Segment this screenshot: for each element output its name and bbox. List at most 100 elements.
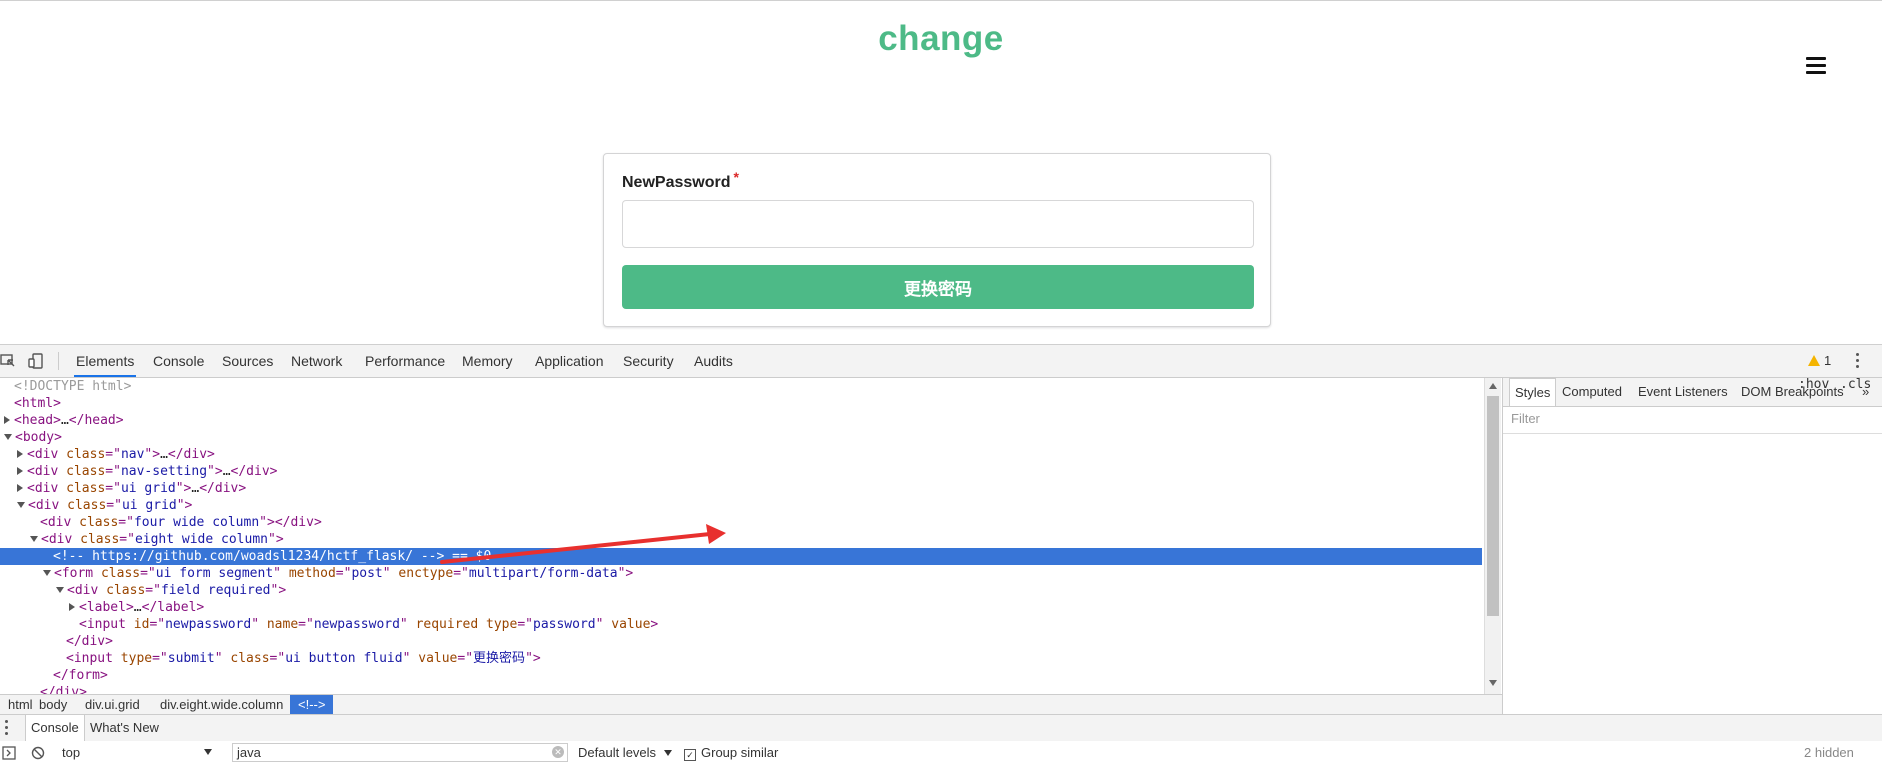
drawer-tab-console[interactable]: Console: [25, 715, 85, 741]
styles-tab-event-listeners[interactable]: Event Listeners: [1633, 378, 1733, 406]
dom-node[interactable]: <div class="eight wide column">: [0, 531, 284, 548]
dom-token: ": [382, 566, 399, 581]
dom-tree-scrollbar[interactable]: [1484, 378, 1501, 694]
tab-memory[interactable]: Memory: [460, 345, 515, 377]
expand-triangle-icon[interactable]: [17, 467, 23, 475]
hamburger-menu-icon[interactable]: [1806, 57, 1826, 75]
console-sidebar-icon[interactable]: [2, 746, 16, 760]
styles-pane: » Styles Computed Event Listeners DOM Break…: [1502, 378, 1882, 714]
dom-token: </div>: [167, 447, 215, 462]
context-select[interactable]: top: [62, 743, 214, 762]
elements-dom-tree[interactable]: <!DOCTYPE html> <html> <head>…</head> <body…: [0, 378, 1482, 694]
dom-node[interactable]: </form>: [0, 667, 108, 684]
dom-node[interactable]: <input id="newpassword" name="newpasswor…: [0, 616, 658, 633]
tab-performance[interactable]: Performance: [363, 345, 447, 377]
log-levels-dropdown[interactable]: Default levels: [578, 745, 672, 760]
dom-node[interactable]: <div class="nav">…</div>: [0, 446, 215, 463]
dom-token: ": [251, 617, 267, 632]
drawer-tab-what-s-new[interactable]: What's New: [85, 715, 164, 741]
inspect-element-icon[interactable]: [0, 353, 16, 369]
devtools-tabbar: Elements Console Sources Network Performance…: [0, 345, 1882, 378]
tab-sources[interactable]: Sources: [220, 345, 275, 377]
device-toolbar-icon[interactable]: [28, 353, 44, 369]
dom-token: 更换密码: [473, 651, 526, 666]
collapse-triangle-icon[interactable]: [30, 536, 38, 542]
styles-tab-dom-breakpoints[interactable]: DOM Breakpoints: [1736, 378, 1849, 406]
dom-token: </form>: [53, 668, 108, 683]
dom-node-selected[interactable]: <!-- https://github.com/woadsl1234/hctf_…: [0, 548, 1482, 565]
scroll-down-arrow-icon[interactable]: [1489, 680, 1497, 686]
dom-token: <div: [27, 464, 67, 479]
collapse-triangle-icon[interactable]: [43, 570, 51, 576]
context-dropdown-icon: [204, 749, 212, 755]
warning-indicator[interactable]: 1: [1808, 353, 1831, 368]
cls-toggle[interactable]: .cls: [1840, 377, 1871, 392]
expand-triangle-icon[interactable]: [69, 603, 75, 611]
dom-token: <!-- https://github.com/woadsl1234/hctf_…: [53, 549, 445, 564]
expand-triangle-icon[interactable]: [17, 450, 23, 458]
tab-network[interactable]: Network: [289, 345, 344, 377]
hov-toggle[interactable]: :hov: [1798, 377, 1829, 392]
clear-filter-icon[interactable]: ✕: [552, 746, 564, 758]
collapse-triangle-icon[interactable]: [56, 587, 64, 593]
dom-node[interactable]: <head>…</head>: [0, 412, 124, 429]
dom-token: =": [149, 617, 166, 632]
collapse-triangle-icon[interactable]: [4, 434, 12, 440]
dom-token: ": [273, 566, 289, 581]
styles-tab-styles[interactable]: Styles: [1509, 378, 1557, 406]
styles-filter-input[interactable]: Filter: [1511, 408, 1871, 430]
password-form: NewPassword * 更换密码: [603, 153, 1271, 327]
dom-token: ">: [525, 651, 541, 666]
console-filter-input[interactable]: java ✕: [232, 743, 568, 762]
scroll-up-arrow-icon[interactable]: [1489, 383, 1497, 389]
change-password-button[interactable]: 更换密码: [622, 265, 1254, 309]
dom-node[interactable]: <label>…</label>: [0, 599, 204, 616]
collapse-triangle-icon[interactable]: [17, 502, 25, 508]
dom-node[interactable]: </div>: [0, 633, 113, 650]
dom-node[interactable]: <div class="field required">: [0, 582, 286, 599]
scroll-thumb[interactable]: [1487, 396, 1499, 616]
dom-node[interactable]: <body>: [0, 429, 62, 446]
tab-elements[interactable]: Elements: [74, 345, 137, 377]
dom-token: field required: [160, 583, 271, 598]
dom-node[interactable]: <div class="nav-setting">…</div>: [0, 463, 277, 480]
drawer-menu-icon[interactable]: [5, 720, 9, 736]
newpassword-input[interactable]: [622, 200, 1254, 248]
dom-token: =": [145, 583, 161, 598]
tab-security[interactable]: Security: [621, 345, 676, 377]
breadcrumb-item[interactable]: div.eight.wide.column: [152, 695, 291, 715]
dom-token: multipart/form-data: [468, 566, 618, 581]
dom-token: =": [298, 617, 314, 632]
dom-token: <body>: [15, 430, 62, 445]
dom-node[interactable]: <form class="ui form segment" method="po…: [0, 565, 633, 582]
breadcrumb-item[interactable]: div.ui.grid: [77, 695, 148, 715]
expand-triangle-icon[interactable]: [4, 416, 10, 424]
dom-token: newpassword: [165, 617, 252, 632]
dom-token: ui button fluid: [285, 651, 403, 666]
dom-node[interactable]: <!DOCTYPE html>: [0, 378, 131, 395]
breadcrumb-item[interactable]: body: [31, 695, 75, 715]
expand-triangle-icon[interactable]: [17, 484, 23, 492]
dom-token: ">: [268, 532, 284, 547]
tab-console[interactable]: Console: [151, 345, 206, 377]
breadcrumb-item[interactable]: <!-->: [290, 695, 334, 715]
dom-token: value: [611, 617, 651, 632]
dom-token: …: [222, 464, 231, 479]
dom-node[interactable]: <input type="submit" class="ui button fl…: [0, 650, 541, 667]
tab-audits[interactable]: Audits: [692, 345, 735, 377]
clear-console-icon[interactable]: [31, 746, 45, 760]
dom-node[interactable]: <div class="ui grid">…</div>: [0, 480, 246, 497]
group-similar-checkbox[interactable]: ✓ Group similar: [684, 745, 778, 761]
dom-node[interactable]: <html>: [0, 395, 61, 412]
styles-tab-computed[interactable]: Computed: [1557, 378, 1627, 406]
dom-token: <div: [40, 515, 80, 530]
dom-node[interactable]: </div>: [0, 684, 87, 694]
dom-token: =": [140, 566, 156, 581]
dom-node[interactable]: <div class="ui grid">: [0, 497, 192, 514]
tab-application[interactable]: Application: [533, 345, 606, 377]
dom-token: post: [351, 566, 383, 581]
devtools-menu-icon[interactable]: [1856, 353, 1860, 369]
dom-node[interactable]: <div class="four wide column"></div>: [0, 514, 322, 531]
dom-token: ">: [144, 447, 161, 462]
dom-token: ">: [270, 583, 287, 598]
